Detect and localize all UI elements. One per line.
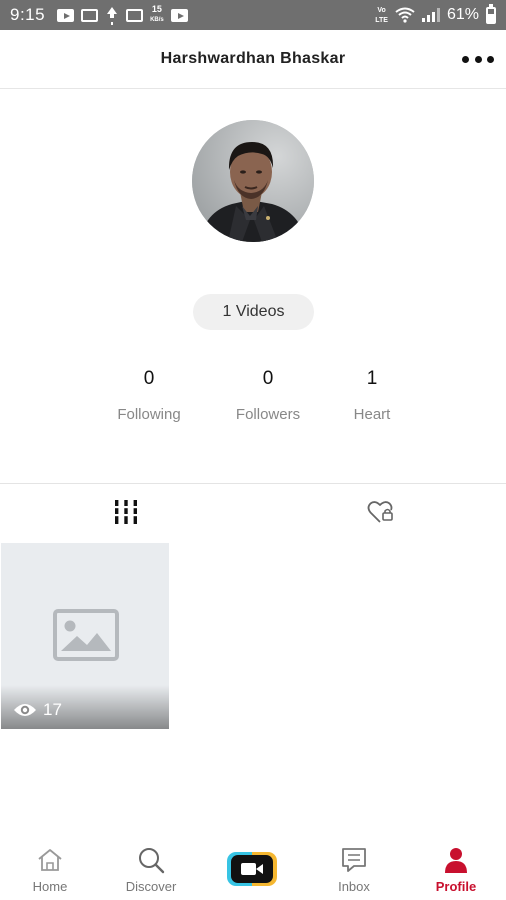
eye-icon (14, 704, 36, 716)
page-title: Harshwardhan Bhaskar (160, 50, 346, 67)
upload-icon (105, 7, 119, 23)
battery-percent: 61% (446, 6, 479, 23)
status-time: 9:15 (10, 5, 46, 24)
grid-icon (113, 500, 139, 524)
person-icon (445, 848, 467, 873)
nav-home[interactable]: Home (5, 846, 95, 898)
wifi-icon (395, 7, 415, 23)
nav-profile-label: Profile (435, 879, 477, 894)
notification-icons: 15 KB/s (57, 5, 188, 25)
media-icon (81, 8, 99, 22)
profile-header: Harshwardhan Bhaskar (0, 30, 506, 89)
following-label: Following (117, 406, 181, 423)
heart-count: 1 (366, 368, 378, 389)
video-thumbnail[interactable]: 17 (1, 543, 169, 729)
image-icon (126, 8, 144, 22)
home-icon (38, 849, 62, 871)
data-speed-indicator: 15 KB/s (150, 4, 164, 24)
search-icon (139, 848, 165, 874)
tab-liked-videos[interactable] (361, 496, 401, 528)
stat-heart[interactable]: 1 Heart (322, 368, 422, 423)
section-divider (0, 483, 506, 484)
video-camera-icon (241, 863, 263, 875)
more-dot-icon (474, 55, 482, 63)
videos-count-badge: 1 Videos (193, 294, 314, 330)
record-video-button[interactable] (227, 852, 277, 886)
avatar-image (192, 120, 314, 242)
battery-icon (486, 3, 496, 24)
nav-home-label: Home (32, 879, 68, 894)
bottom-navigation: Home Discover Inbox Profile (0, 840, 506, 900)
following-count: 0 (143, 368, 155, 389)
nav-profile[interactable]: Profile (411, 846, 501, 898)
more-dot-icon (487, 55, 494, 63)
heart-lock-icon (367, 501, 393, 523)
view-count-value: 17 (43, 700, 62, 719)
youtube-icon (57, 8, 75, 22)
nav-inbox-label: Inbox (338, 879, 370, 894)
inbox-icon (342, 848, 366, 872)
nav-discover-label: Discover (125, 879, 177, 894)
followers-count: 0 (262, 368, 274, 389)
more-dot-icon (462, 55, 469, 63)
image-placeholder-icon (53, 609, 119, 661)
nav-inbox[interactable]: Inbox (309, 846, 399, 898)
signal-icon (421, 8, 440, 22)
view-count: 17 (13, 700, 62, 720)
status-bar: 9:15 15 KB/s Vo LTE 61% (0, 0, 506, 30)
more-options-button[interactable] (462, 50, 494, 68)
heart-label: Heart (353, 406, 391, 423)
stat-followers[interactable]: 0 Followers (218, 368, 318, 423)
nav-discover[interactable]: Discover (106, 846, 196, 898)
stat-following[interactable]: 0 Following (99, 368, 199, 423)
tab-my-videos[interactable] (106, 496, 146, 528)
gallery-icon (170, 8, 188, 22)
system-icons: Vo LTE 61% (375, 0, 496, 30)
followers-label: Followers (235, 406, 301, 423)
avatar[interactable] (192, 120, 314, 242)
volte-indicator: Vo LTE (375, 7, 388, 24)
